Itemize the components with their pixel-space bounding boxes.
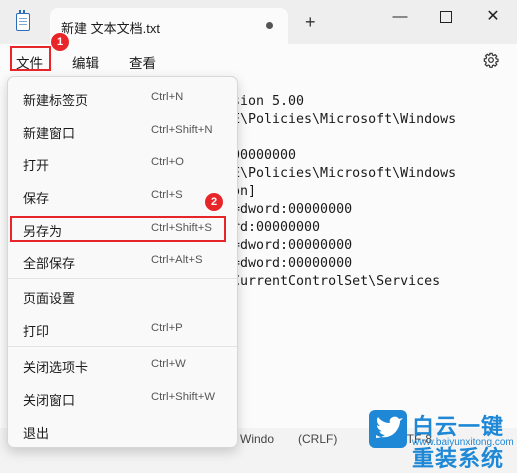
tab-document[interactable]: 新建 文本文档.txt [50, 8, 288, 44]
menu-item-page-setup[interactable]: 页面设置 [8, 281, 237, 311]
editor-line: =dword:00000000 [232, 238, 353, 253]
menu-item-save-all[interactable]: 全部保存 Ctrl+Alt+S [8, 246, 237, 276]
menu-item-shortcut: Ctrl+S [151, 189, 183, 201]
menu-bar: 文件 编辑 查看 [0, 44, 517, 76]
menu-item-shortcut: Ctrl+Alt+S [151, 254, 203, 266]
step-1-badge: 1 [50, 32, 70, 52]
menu-item-label: 新建窗口 [23, 126, 76, 141]
maximize-icon [440, 11, 452, 23]
tab-title: 新建 文本文档.txt [61, 21, 160, 36]
status-eol[interactable]: (CRLF) [298, 432, 337, 446]
menu-item-shortcut: Ctrl+O [151, 156, 184, 168]
bird-logo-icon [369, 410, 407, 448]
maximize-button[interactable] [434, 7, 458, 27]
menu-item-close-window[interactable]: 关闭窗口 Ctrl+Shift+W [8, 383, 237, 413]
save-as-highlight [10, 216, 226, 242]
editor-line: CurrentControlSet\Services [232, 274, 441, 289]
menu-item-label: 关闭窗口 [23, 393, 76, 408]
editor-line: =dword:00000000 [232, 202, 353, 217]
menu-separator [8, 278, 237, 279]
menu-item-label: 关闭选项卡 [23, 360, 89, 375]
watermark: 白云一键重装系统 www.baiyunxitong.com [360, 405, 517, 471]
notepad-icon [16, 10, 30, 31]
watermark-url: www.baiyunxitong.com [412, 437, 514, 448]
minimize-button[interactable]: — [388, 7, 412, 27]
menu-item-close-tab[interactable]: 关闭选项卡 Ctrl+W [8, 350, 237, 380]
menu-item-new-tab[interactable]: 新建标签页 Ctrl+N [8, 83, 237, 113]
menu-item-shortcut: Ctrl+P [151, 322, 183, 334]
menu-item-exit[interactable]: 退出 [8, 416, 237, 446]
menu-item-shortcut: Ctrl+W [151, 358, 186, 370]
file-menu-highlight [10, 46, 51, 71]
menu-item-new-window[interactable]: 新建窗口 Ctrl+Shift+N [8, 116, 237, 146]
menu-item-shortcut: Ctrl+Shift+N [151, 124, 213, 136]
status-line-ending-label: Windo [240, 432, 275, 446]
menu-item-label: 保存 [23, 191, 50, 206]
menu-view[interactable]: 查看 [129, 52, 156, 72]
menu-item-shortcut: Ctrl+N [151, 91, 184, 103]
menu-item-label: 新建标签页 [23, 93, 89, 108]
menu-edit[interactable]: 编辑 [72, 52, 99, 72]
editor-line: E\Policies\Microsoft\Windows [232, 166, 457, 181]
editor-line: 00000000 [232, 148, 297, 163]
settings-gear-icon[interactable] [483, 52, 499, 68]
menu-item-label: 页面设置 [23, 291, 76, 306]
file-dropdown-menu: 新建标签页 Ctrl+N 新建窗口 Ctrl+Shift+N 打开 Ctrl+O… [7, 76, 238, 448]
menu-item-label: 打印 [23, 324, 50, 339]
menu-item-label: 打开 [23, 158, 50, 173]
menu-item-label: 退出 [23, 426, 50, 441]
menu-item-label: 全部保存 [23, 256, 76, 271]
menu-item-print[interactable]: 打印 Ctrl+P [8, 314, 237, 344]
editor-line: sion 5.00 [232, 94, 305, 109]
new-tab-button[interactable]: + [305, 13, 316, 31]
title-bar: 新建 文本文档.txt + — ✕ [0, 0, 517, 44]
step-2-badge: 2 [204, 192, 224, 212]
unsaved-dot-icon[interactable] [266, 22, 273, 29]
close-button[interactable]: ✕ [481, 7, 505, 27]
menu-item-shortcut: Ctrl+Shift+W [151, 391, 216, 403]
menu-item-save[interactable]: 保存 Ctrl+S [8, 181, 237, 211]
editor-line: E\Policies\Microsoft\Windows [232, 112, 457, 127]
menu-separator [8, 346, 237, 347]
editor-line: =dword:00000000 [232, 256, 353, 271]
menu-item-open[interactable]: 打开 Ctrl+O [8, 148, 237, 178]
editor-line: rd:00000000 [232, 220, 321, 235]
